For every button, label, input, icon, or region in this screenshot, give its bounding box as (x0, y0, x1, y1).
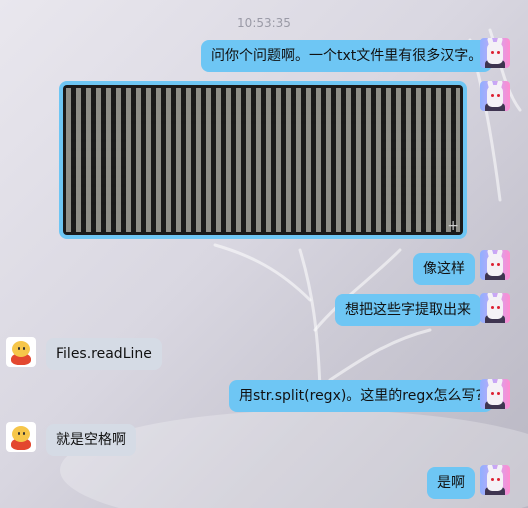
contact-avatar[interactable] (6, 337, 36, 367)
my-avatar[interactable] (480, 250, 510, 280)
my-avatar[interactable] (480, 38, 510, 68)
message-bubble-outgoing[interactable]: 像这样 (413, 253, 475, 285)
message-bubble-outgoing[interactable]: 用str.split(regx)。这里的regx怎么写? (229, 380, 493, 412)
image-message[interactable]: + (59, 81, 467, 239)
my-avatar[interactable] (480, 379, 510, 409)
message-bubble-incoming[interactable]: Files.readLine (46, 338, 162, 370)
message-bubble-outgoing[interactable]: 问你个问题啊。一个txt文件里有很多汉字。 (201, 40, 493, 72)
text-screenshot-image[interactable]: + (63, 85, 463, 235)
message-bubble-outgoing[interactable]: 想把这些字提取出来 (335, 294, 481, 326)
message-timestamp: 10:53:35 (237, 16, 291, 30)
message-bubble-outgoing[interactable]: 是啊 (427, 467, 475, 499)
contact-avatar[interactable] (6, 422, 36, 452)
my-avatar[interactable] (480, 293, 510, 323)
expand-icon[interactable]: + (447, 219, 459, 233)
my-avatar[interactable] (480, 81, 510, 111)
message-bubble-incoming[interactable]: 就是空格啊 (46, 424, 136, 456)
chinese-text-grid (66, 88, 460, 232)
my-avatar[interactable] (480, 465, 510, 495)
